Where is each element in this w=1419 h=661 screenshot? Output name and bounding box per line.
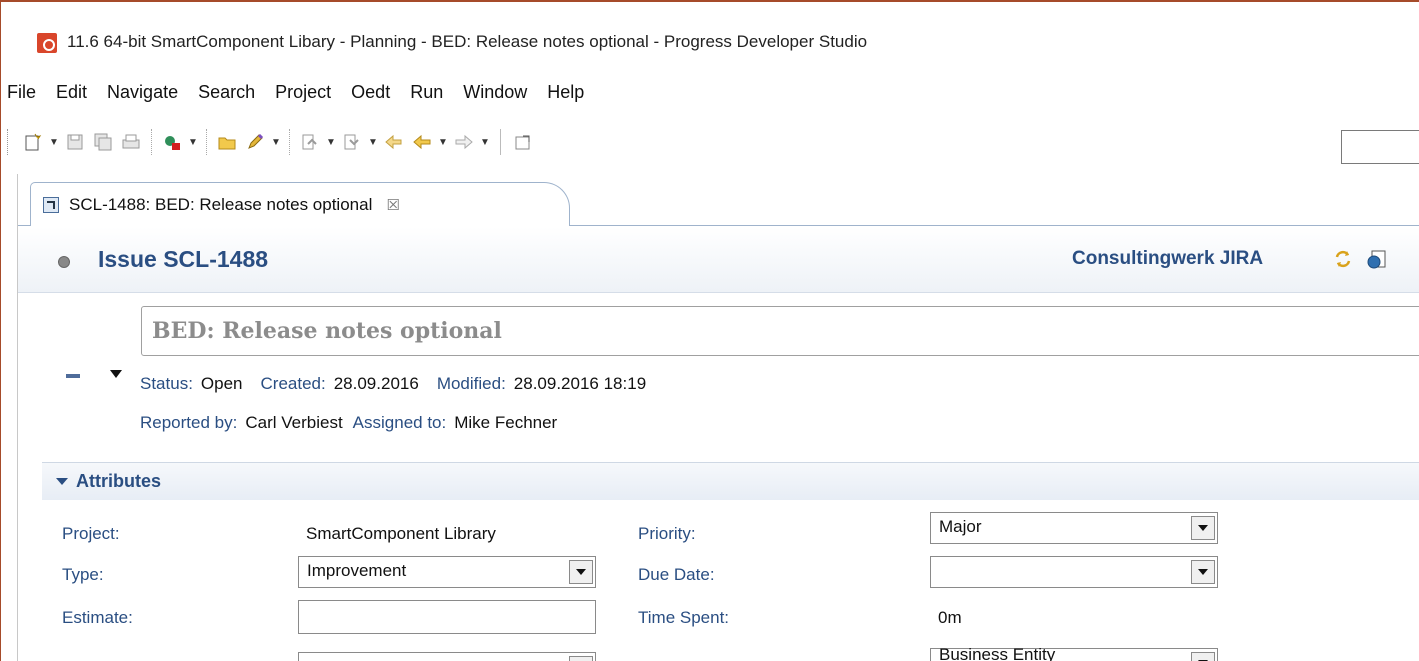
save-all-icon[interactable] xyxy=(91,130,115,154)
toolbar-separator xyxy=(500,129,501,155)
priority-combo[interactable]: Major xyxy=(930,512,1218,544)
chevron-down-icon[interactable] xyxy=(1191,516,1215,540)
open-folder-icon[interactable] xyxy=(215,130,239,154)
menu-bar: File Edit Navigate Search Project Oedt R… xyxy=(1,76,594,108)
people-row: Reported by: Carl Verbiest Assigned to: … xyxy=(140,412,575,434)
save-icon[interactable] xyxy=(63,130,87,154)
attributes-section-header[interactable]: Attributes xyxy=(42,462,1419,500)
chevron-down-icon[interactable] xyxy=(1191,652,1215,661)
back-dropdown-arrow-icon[interactable]: ▼ xyxy=(436,130,450,154)
chevron-down-icon[interactable] xyxy=(1191,560,1215,584)
maximize-icon[interactable] xyxy=(511,130,535,154)
toolbar-separator xyxy=(289,129,290,155)
component-combo-value: Business Entity xyxy=(939,645,1056,661)
close-icon[interactable]: ☒ xyxy=(386,196,399,214)
modified-value: 28.09.2016 18:19 xyxy=(513,374,647,393)
quick-access-field[interactable] xyxy=(1341,130,1419,164)
next-annotation-icon[interactable] xyxy=(298,130,322,154)
chevron-down-icon[interactable] xyxy=(110,370,122,378)
time-spent-label: Time Spent: xyxy=(638,608,730,627)
due-date-label: Due Date: xyxy=(638,565,715,584)
toolbar-grip[interactable] xyxy=(7,129,11,155)
menu-help[interactable]: Help xyxy=(537,82,594,103)
estimate-label: Estimate: xyxy=(62,608,133,627)
next-annotation-dropdown-icon[interactable]: ▼ xyxy=(324,130,338,154)
toolbar-separator xyxy=(206,129,207,155)
collapse-caret-icon xyxy=(56,478,68,485)
repository-link[interactable]: Consultingwerk JIRA xyxy=(1072,248,1263,270)
reported-by-label: Reported by: xyxy=(140,413,238,432)
menu-run[interactable]: Run xyxy=(400,82,453,103)
type-label: Type: xyxy=(62,565,104,584)
created-value: 28.09.2016 xyxy=(333,374,419,393)
synchronize-icon[interactable] xyxy=(1332,248,1354,270)
type-combo[interactable]: Improvement xyxy=(298,556,596,588)
last-edit-location-icon[interactable] xyxy=(382,130,406,154)
created-label: Created: xyxy=(260,374,326,393)
reported-by-value: Carl Verbiest xyxy=(245,413,343,432)
summary-text: BED: Release notes optional xyxy=(152,318,502,344)
modified-label: Modified: xyxy=(436,374,506,393)
prev-annotation-dropdown-icon[interactable]: ▼ xyxy=(366,130,380,154)
print-icon[interactable] xyxy=(119,130,143,154)
editor-tab-scl-1488[interactable]: SCL-1488: BED: Release notes optional ☒ xyxy=(30,182,570,226)
debug-icon[interactable] xyxy=(160,130,184,154)
menu-edit[interactable]: Edit xyxy=(46,82,97,103)
prev-annotation-icon[interactable] xyxy=(340,130,364,154)
project-label: Project: xyxy=(62,524,120,543)
open-with-browser-icon[interactable] xyxy=(1366,248,1388,270)
debug-dropdown-arrow-icon[interactable]: ▼ xyxy=(186,130,200,154)
priority-combo-value: Major xyxy=(939,517,982,536)
back-icon[interactable] xyxy=(410,130,434,154)
pen-dropdown-arrow-icon[interactable]: ▼ xyxy=(269,130,283,154)
priority-minus-icon xyxy=(66,374,80,378)
window-title: 11.6 64-bit SmartComponent Libary - Plan… xyxy=(67,32,868,51)
time-spent-value: 0m xyxy=(938,608,962,627)
component-combo[interactable]: Business Entity xyxy=(930,645,1218,661)
toolbar-separator xyxy=(151,129,152,155)
task-editor: SCL-1488: BED: Release notes optional ☒ … xyxy=(17,174,1419,661)
ide-window: 11.6 64-bit SmartComponent Libary - Plan… xyxy=(0,0,1419,661)
menu-navigate[interactable]: Navigate xyxy=(97,82,188,103)
component-left-combo[interactable] xyxy=(298,652,596,661)
menu-oedt[interactable]: Oedt xyxy=(341,82,400,103)
assigned-to-value: Mike Fechner xyxy=(454,413,558,432)
editor-tab-strip: SCL-1488: BED: Release notes optional ☒ xyxy=(18,174,1419,226)
assigned-to-label: Assigned to: xyxy=(352,413,447,432)
new-wizard-icon[interactable] xyxy=(21,130,45,154)
menu-window[interactable]: Window xyxy=(453,82,537,103)
issue-status-dot-icon xyxy=(58,256,70,268)
attributes-section-label: Attributes xyxy=(76,471,161,491)
menu-project[interactable]: Project xyxy=(265,82,341,103)
due-date-combo[interactable] xyxy=(930,556,1218,588)
editor-tab-label: SCL-1488: BED: Release notes optional xyxy=(69,194,373,214)
task-editor-icon xyxy=(43,196,59,213)
menu-file[interactable]: File xyxy=(1,82,46,103)
main-toolbar: ▼ ▼ ▼ ▼ ▼ ▼ ▼ xyxy=(1,122,1419,162)
menu-search[interactable]: Search xyxy=(188,82,265,103)
estimate-input[interactable] xyxy=(298,600,596,634)
chevron-down-icon[interactable] xyxy=(569,560,593,584)
type-combo-value: Improvement xyxy=(307,561,407,580)
issue-title: Issue SCL-1488 xyxy=(98,246,269,272)
progress-app-icon xyxy=(37,33,57,53)
status-row: Status: Open Created: 28.09.2016 Modifie… xyxy=(140,373,664,395)
project-value: SmartComponent Library xyxy=(306,524,496,543)
status-value: Open xyxy=(200,374,243,393)
forward-dropdown-arrow-icon[interactable]: ▼ xyxy=(478,130,492,154)
chevron-down-icon[interactable] xyxy=(569,656,593,661)
pen-icon[interactable] xyxy=(243,130,267,154)
status-label: Status: xyxy=(140,374,193,393)
forward-icon[interactable] xyxy=(452,130,476,154)
new-dropdown-arrow-icon[interactable]: ▼ xyxy=(47,130,61,154)
priority-label: Priority: xyxy=(638,524,696,543)
